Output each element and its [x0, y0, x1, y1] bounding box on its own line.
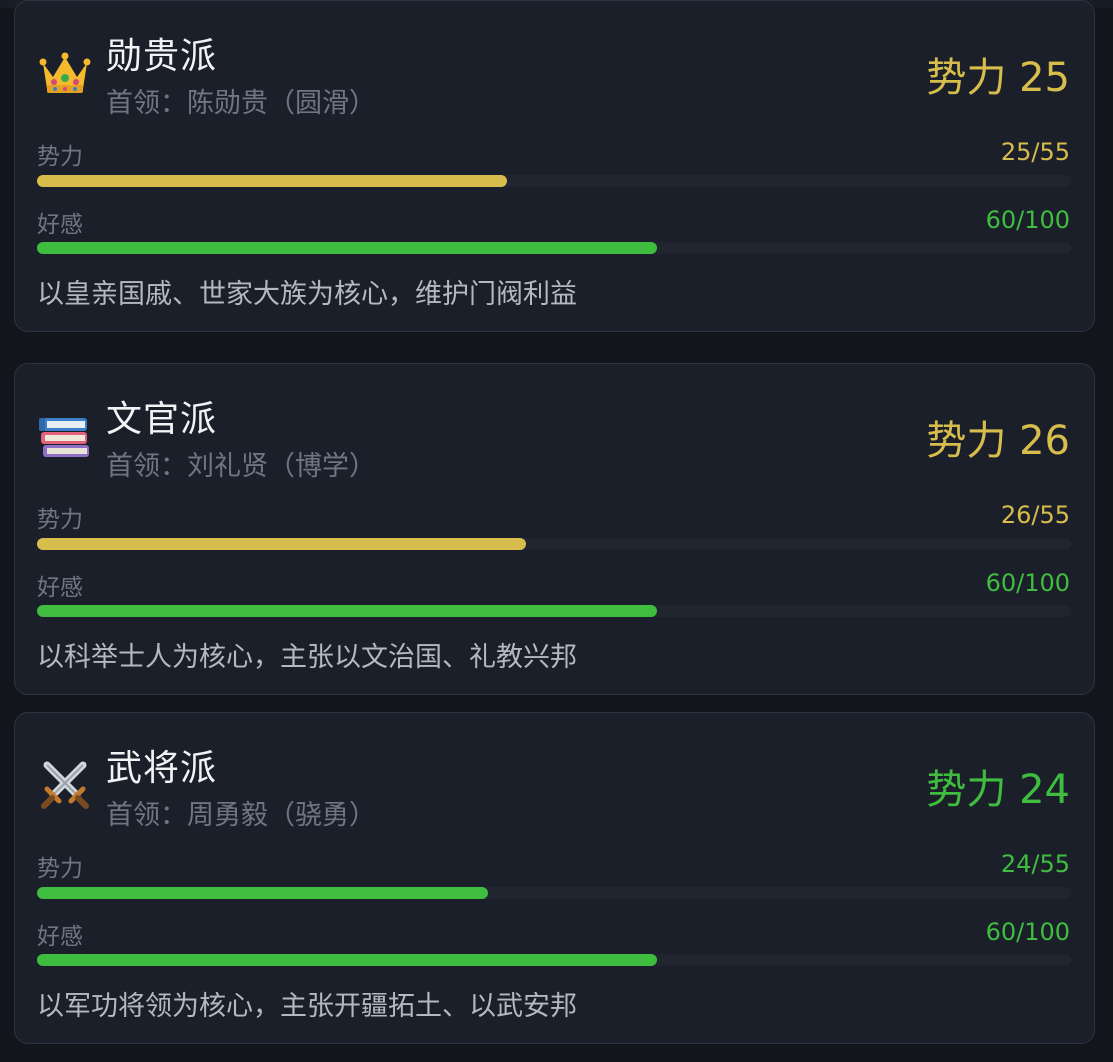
favor-bar-value: 60/100: [985, 569, 1070, 597]
favor-bar-fill: [37, 954, 658, 966]
favor-bar: [37, 954, 1071, 966]
power-bar-value: 24/55: [1000, 850, 1070, 878]
power-bar-fill: [37, 175, 507, 187]
power-score: 势力 24: [926, 767, 1070, 813]
faction-name: 勋贵派: [106, 36, 218, 77]
power-bar: [37, 538, 1071, 550]
power-bar-fill: [37, 538, 526, 550]
favor-bar-fill: [37, 605, 658, 617]
power-bar-label: 势力: [37, 856, 83, 882]
favor-bar-value: 60/100: [985, 206, 1070, 234]
power-bar: [37, 887, 1071, 899]
favor-bar-value: 60/100: [985, 918, 1070, 946]
favor-bar: [37, 242, 1071, 254]
faction-description: 以皇亲国戚、世家大族为核心，维护门阀利益: [37, 279, 577, 310]
faction-leader: 首领：刘礼贤（博学）: [106, 451, 376, 482]
faction-name: 文官派: [106, 399, 218, 440]
faction-card-military[interactable]: 武将派 首领：周勇毅（骁勇） 势力 24 势力 24/55 好感 60/100 …: [14, 712, 1095, 1044]
favor-bar: [37, 605, 1071, 617]
favor-bar-fill: [37, 242, 658, 254]
faction-card-nobility[interactable]: 勋贵派 首领：陈勋贵（圆滑） 势力 25 势力 25/55 好感 60/100 …: [14, 0, 1095, 332]
power-score: 势力 26: [926, 418, 1070, 464]
power-bar-value: 26/55: [1000, 501, 1070, 529]
faction-leader: 首领：周勇毅（骁勇）: [106, 800, 376, 831]
power-bar-value: 25/55: [1000, 138, 1070, 166]
crown-icon: [37, 45, 93, 101]
faction-description: 以科举士人为核心，主张以文治国、礼教兴邦: [37, 642, 577, 673]
power-score: 势力 25: [926, 55, 1070, 101]
favor-bar-label: 好感: [37, 212, 83, 238]
faction-panel: 文官派 首领：刘礼贤（博学） 势力 26 势力 26/55 好感 60/100 …: [0, 0, 1113, 1062]
power-bar-label: 势力: [37, 507, 83, 533]
faction-name: 武将派: [106, 748, 218, 789]
power-bar-label: 势力: [37, 144, 83, 170]
faction-card-civil[interactable]: 文官派 首领：刘礼贤（博学） 势力 26 势力 26/55 好感 60/100 …: [14, 363, 1095, 695]
faction-description: 以军功将领为核心，主张开疆拓土、以武安邦: [37, 991, 577, 1022]
faction-leader: 首领：陈勋贵（圆滑）: [106, 88, 376, 119]
favor-bar-label: 好感: [37, 575, 83, 601]
favor-bar-label: 好感: [37, 924, 83, 950]
crossed-swords-icon: [37, 757, 93, 813]
power-bar: [37, 175, 1071, 187]
books-icon: [37, 408, 93, 464]
power-bar-fill: [37, 887, 489, 899]
